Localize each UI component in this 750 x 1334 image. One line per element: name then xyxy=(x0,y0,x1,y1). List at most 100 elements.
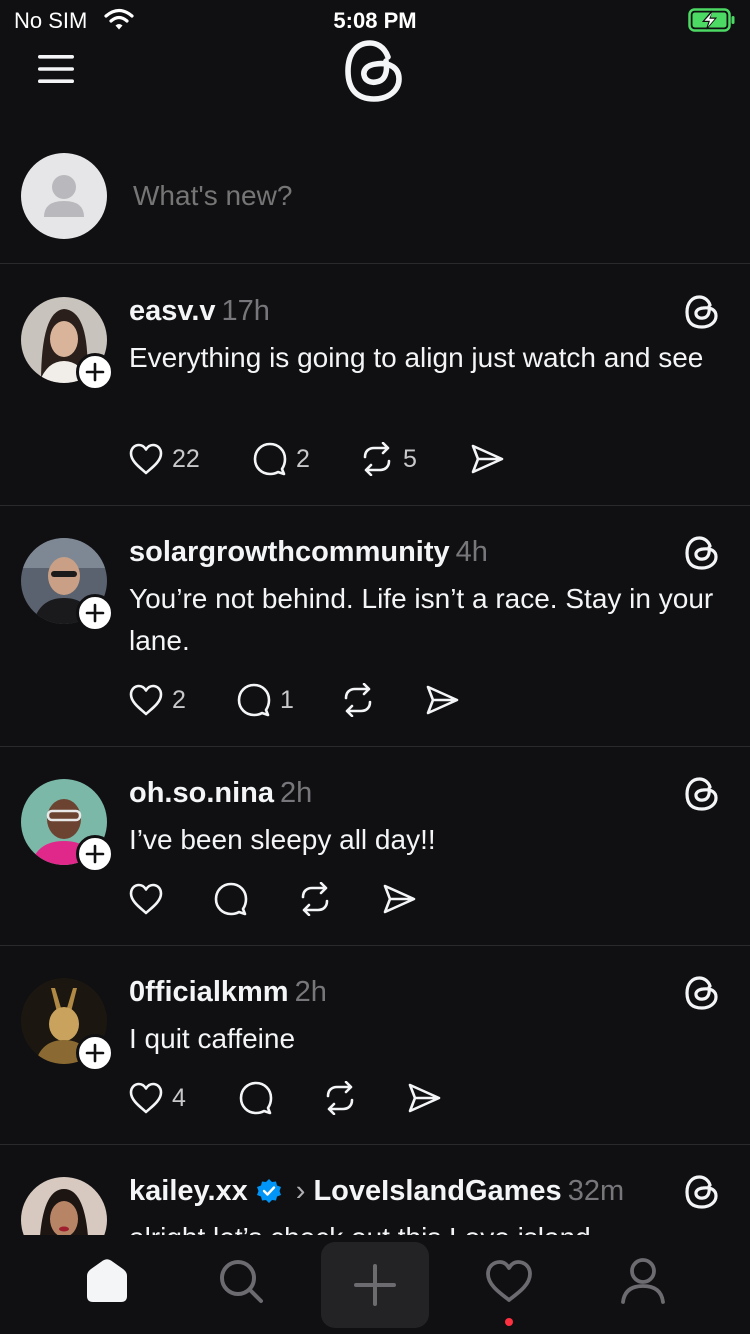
follow-button[interactable] xyxy=(76,594,114,632)
tab-bar xyxy=(0,1236,750,1334)
threads-logo-icon[interactable] xyxy=(684,294,720,330)
reply-icon xyxy=(214,882,248,916)
repost-button[interactable]: 5 xyxy=(359,442,469,476)
community-name[interactable]: LoveIslandGames xyxy=(313,1175,561,1207)
like-button[interactable] xyxy=(128,882,213,916)
post-text: I quit caffeine xyxy=(129,1023,296,1054)
plus-icon xyxy=(85,844,105,864)
username[interactable]: oh.so.nina xyxy=(129,777,274,809)
current-user-avatar[interactable] xyxy=(21,153,107,239)
reply-icon xyxy=(239,1081,273,1115)
post[interactable]: easv.v 17h Everything is going to align j… xyxy=(0,265,750,506)
post-actions: 2 1 xyxy=(128,682,460,718)
repost-button[interactable] xyxy=(340,683,424,717)
reply-button[interactable]: 2 xyxy=(252,441,359,477)
new-thread-composer[interactable] xyxy=(0,140,750,264)
repost-icon xyxy=(344,683,372,717)
tab-profile[interactable] xyxy=(589,1236,697,1326)
reply-icon xyxy=(237,683,271,717)
post-header: oh.so.nina 2h xyxy=(129,777,312,810)
post-time: 17h xyxy=(221,295,270,327)
post-header: solargrowthcommunity 4h xyxy=(129,536,488,569)
status-bar: No SIM 5:08 PM xyxy=(0,0,750,40)
post-actions: 4 xyxy=(128,1080,442,1116)
plus-icon xyxy=(85,362,105,382)
post-actions xyxy=(128,881,417,917)
like-count: 22 xyxy=(172,444,200,473)
reply-count: 2 xyxy=(296,444,310,473)
search-icon xyxy=(220,1260,263,1303)
follow-button[interactable] xyxy=(76,835,114,873)
tab-home[interactable] xyxy=(53,1236,161,1326)
follow-button[interactable] xyxy=(76,353,114,391)
like-button[interactable]: 4 xyxy=(128,1081,238,1115)
notification-dot xyxy=(505,1318,513,1326)
post-text: alright let’s check out this Love island xyxy=(129,1217,719,1235)
post-text: I’ve been sleepy all day!! xyxy=(129,824,436,855)
post[interactable]: kailey.xx ›LoveIslandGames32m alright let… xyxy=(0,1145,750,1235)
threads-logo-icon[interactable] xyxy=(684,975,720,1011)
battery-charging-icon xyxy=(688,8,735,32)
send-icon xyxy=(408,1083,441,1113)
post[interactable]: oh.so.nina 2h I’ve been sleepy all day!! xyxy=(0,747,750,946)
tab-activity[interactable] xyxy=(455,1236,563,1326)
repost-icon xyxy=(326,1081,354,1115)
reply-button[interactable] xyxy=(238,1080,322,1116)
post-header: kailey.xx › LoveIslandGames 32m xyxy=(129,1175,624,1208)
share-button[interactable] xyxy=(406,1082,442,1114)
reply-count: 1 xyxy=(280,685,294,714)
menu-icon[interactable] xyxy=(36,54,76,84)
heart-icon xyxy=(129,443,163,475)
threads-logo-icon[interactable] xyxy=(684,1174,720,1210)
post[interactable]: 0fficialkmm 2h I quit caffeine 4 xyxy=(0,946,750,1145)
repost-icon xyxy=(363,442,391,476)
post-header: easv.v 17h xyxy=(129,295,270,328)
post[interactable]: solargrowthcommunity 4h You’re not behind… xyxy=(0,506,750,747)
like-count: 4 xyxy=(172,1083,186,1112)
tab-search[interactable] xyxy=(187,1236,295,1326)
avatar[interactable] xyxy=(21,1177,107,1235)
threads-logo-icon[interactable] xyxy=(343,38,405,104)
reply-button[interactable]: 1 xyxy=(236,682,340,718)
share-button[interactable] xyxy=(469,443,505,475)
send-icon xyxy=(383,884,416,914)
username[interactable]: easv.v xyxy=(129,295,216,327)
reply-button[interactable] xyxy=(213,881,297,917)
feed[interactable]: easv.v 17h Everything is going to align j… xyxy=(0,265,750,1235)
post-time: 32m xyxy=(567,1175,625,1207)
profile-icon xyxy=(621,1258,665,1304)
username[interactable]: solargrowthcommunity xyxy=(129,536,450,568)
threads-logo-icon[interactable] xyxy=(684,776,720,812)
threads-logo-icon[interactable] xyxy=(684,535,720,571)
repost-button[interactable] xyxy=(322,1081,406,1115)
post-text: You’re not behind. Life isn’t a race. St… xyxy=(129,583,714,656)
username[interactable]: kailey.xx xyxy=(129,1175,248,1207)
post-header: 0fficialkmm 2h xyxy=(129,976,327,1009)
username[interactable]: 0fficialkmm xyxy=(129,976,289,1008)
follow-button[interactable] xyxy=(76,1034,114,1072)
repost-icon xyxy=(301,882,329,916)
post-time: 2h xyxy=(280,777,313,809)
heart-icon xyxy=(129,1082,163,1114)
post-text: Everything is going to align just watch … xyxy=(129,342,704,373)
default-avatar-icon xyxy=(44,175,84,217)
chevron-right-icon: › xyxy=(295,1175,306,1207)
share-button[interactable] xyxy=(424,684,460,716)
post-time: 2h xyxy=(294,976,327,1008)
reply-icon xyxy=(253,442,287,476)
repost-button[interactable] xyxy=(297,882,381,916)
heart-icon xyxy=(486,1260,532,1302)
tab-compose[interactable] xyxy=(321,1242,429,1328)
heart-icon xyxy=(129,883,163,915)
like-button[interactable]: 2 xyxy=(128,683,236,717)
verified-badge-icon xyxy=(256,1179,281,1203)
share-button[interactable] xyxy=(381,883,417,915)
send-icon xyxy=(426,685,459,715)
plus-icon xyxy=(85,603,105,623)
home-icon xyxy=(87,1259,127,1302)
whats-new-input[interactable] xyxy=(133,180,693,212)
like-button[interactable]: 22 xyxy=(128,442,252,476)
repost-count: 5 xyxy=(403,444,417,473)
plus-icon xyxy=(354,1264,396,1306)
clock: 5:08 PM xyxy=(333,8,417,33)
